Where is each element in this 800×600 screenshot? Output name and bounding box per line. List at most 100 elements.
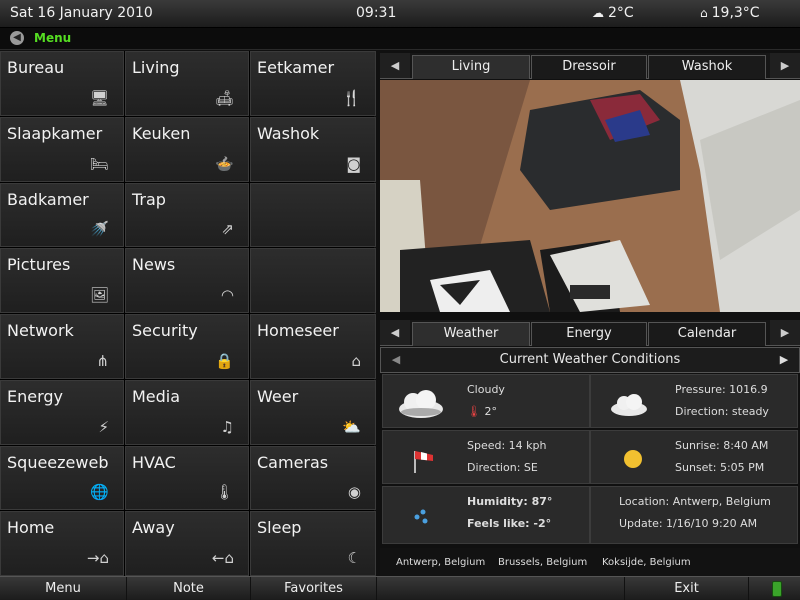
weather-title: Current Weather Conditions xyxy=(499,352,681,367)
tab-energy[interactable]: Energy xyxy=(531,322,647,346)
computer-icon: 🖥 xyxy=(89,88,109,107)
thermometer-icon: 🌡 xyxy=(214,483,234,502)
tile-washok[interactable]: Washok ◙ xyxy=(250,116,376,182)
pressure-value: Pressure: 1016.9 xyxy=(675,383,768,396)
tile-weer[interactable]: Weer ⛅ xyxy=(250,379,376,445)
pot-icon: 🍲 xyxy=(215,154,234,173)
cloud-icon: ☁ xyxy=(592,6,604,20)
weather-location-cell: Location: Antwerp, Belgium Update: 1/16/… xyxy=(590,486,798,544)
weather-condition-cell: Cloudy 🌡 2° xyxy=(382,374,590,428)
sun-icon xyxy=(624,450,642,468)
tile-label: Keuken xyxy=(132,123,191,143)
menu-link[interactable]: Menu xyxy=(34,31,71,45)
next-camera-arrow-icon[interactable]: ▶ xyxy=(770,53,800,78)
tile-news[interactable]: News ◠ xyxy=(125,248,249,313)
location-link[interactable]: Brussels, Belgium xyxy=(498,557,587,568)
prev-info-arrow-icon[interactable]: ◀ xyxy=(380,320,410,345)
arrive-home-icon: →⌂ xyxy=(86,549,109,567)
tile-slaapkamer[interactable]: Slaapkamer 🛏 xyxy=(0,116,124,182)
indoor-temp: ⌂ 19,3°C xyxy=(700,5,760,21)
tile-media[interactable]: Media ♫ xyxy=(125,379,249,445)
feels-like-value: Feels like: -2° xyxy=(467,517,552,530)
bed-icon: 🛏 xyxy=(89,154,109,173)
tile-away[interactable]: Away ←⌂ xyxy=(125,511,249,576)
weather-icon: ⛅ xyxy=(342,417,361,436)
tile-cameras[interactable]: Cameras ◉ xyxy=(250,445,376,511)
battery-icon xyxy=(772,581,782,597)
tile-eetkamer[interactable]: Eetkamer 🍴 xyxy=(250,51,376,116)
menu-button[interactable]: Menu xyxy=(0,577,127,600)
wind-direction: Direction: SE xyxy=(467,461,538,474)
camera-tab-bar: ◀ Living Dressoir Washok ▶ xyxy=(380,53,800,79)
tile-network[interactable]: Network ⋔ xyxy=(0,314,124,379)
tab-weather[interactable]: Weather xyxy=(412,322,530,346)
tab-camera-washok[interactable]: Washok xyxy=(648,55,766,79)
cloud-icon xyxy=(611,394,647,416)
plug-icon: ⚡ xyxy=(98,417,109,436)
sleep-icon: ☾ xyxy=(347,549,361,567)
prev-camera-arrow-icon[interactable]: ◀ xyxy=(380,53,410,78)
tile-label: Trap xyxy=(132,189,166,209)
tile-trap[interactable]: Trap ⇗ xyxy=(125,182,249,248)
sofa-icon: 🛋 xyxy=(214,88,234,107)
favorites-button[interactable]: Favorites xyxy=(251,577,377,600)
camera-feed[interactable] xyxy=(380,80,800,312)
tab-calendar[interactable]: Calendar xyxy=(648,322,766,346)
tile-label: Cameras xyxy=(257,452,329,472)
location-list: Antwerp, Belgium Brussels, Belgium Koksi… xyxy=(380,548,800,576)
tile-living[interactable]: Living 🛋 xyxy=(125,51,249,116)
weather-update-time: Update: 1/16/10 9:20 AM xyxy=(619,517,758,530)
tab-camera-living[interactable]: Living xyxy=(412,55,530,79)
pressure-direction: Direction: steady xyxy=(675,405,769,418)
tile-sleep[interactable]: Sleep ☾ xyxy=(250,511,376,576)
tile-homeseer[interactable]: Homeseer ⌂ xyxy=(250,314,376,379)
weather-humidity-cell: Humidity: 87° Feels like: -2° xyxy=(382,486,590,544)
location-link[interactable]: Koksijde, Belgium xyxy=(602,557,691,568)
weather-temperature: 🌡 2° xyxy=(467,405,497,418)
washing-machine-icon: ◙ xyxy=(346,154,361,173)
tile-label: Bureau xyxy=(7,58,65,77)
tab-camera-dressoir[interactable]: Dressoir xyxy=(531,55,647,79)
location-link[interactable]: Antwerp, Belgium xyxy=(396,557,485,568)
tile-security[interactable]: Security 🔒 xyxy=(125,314,249,379)
network-icon: ⋔ xyxy=(96,351,109,370)
next-weather-arrow-icon[interactable]: ▶ xyxy=(769,348,799,372)
tile-label: Security xyxy=(132,321,198,340)
leave-home-icon: ←⌂ xyxy=(211,549,234,567)
back-icon[interactable]: ◀ xyxy=(10,31,24,45)
rss-icon: ◠ xyxy=(220,286,234,304)
tile-hvac[interactable]: HVAC 🌡 xyxy=(125,445,249,511)
tile-keuken[interactable]: Keuken 🍲 xyxy=(125,116,249,182)
note-button[interactable]: Note xyxy=(127,577,251,600)
exit-button[interactable]: Exit xyxy=(625,577,749,600)
weather-pressure-cell: Pressure: 1016.9 Direction: steady xyxy=(590,374,798,428)
next-info-arrow-icon[interactable]: ▶ xyxy=(770,320,800,345)
tile-label: Slaapkamer xyxy=(7,123,103,143)
music-icon: ♫ xyxy=(220,417,234,436)
tile-label: Energy xyxy=(7,386,64,406)
sunset-time: Sunset: 5:05 PM xyxy=(675,461,765,474)
tile-bureau[interactable]: Bureau 🖥 xyxy=(0,51,124,116)
tile-label: News xyxy=(132,255,176,275)
cutlery-icon: 🍴 xyxy=(342,88,361,107)
tile-label: Eetkamer xyxy=(257,58,335,77)
tile-label: Sleep xyxy=(257,518,302,538)
tile-energy[interactable]: Energy ⚡ xyxy=(0,379,124,445)
tile-empty xyxy=(250,182,376,248)
tile-label: Squeezeweb xyxy=(7,452,109,472)
sunrise-time: Sunrise: 8:40 AM xyxy=(675,439,769,452)
tile-squeezeweb[interactable]: Squeezeweb 🌐 xyxy=(0,445,124,511)
tile-home[interactable]: Home →⌂ xyxy=(0,511,124,576)
room-tile-grid: Bureau 🖥 Living 🛋 Eetkamer 🍴 Slaapkamer 🛏 Keuken… xyxy=(0,51,376,576)
outdoor-temp: ☁ 2°C xyxy=(592,5,634,21)
pictures-icon: 🖼 xyxy=(89,286,109,304)
menu-bar: ◀ Menu xyxy=(0,28,800,50)
tile-label: Living xyxy=(132,58,180,77)
weather-header: ◀ Current Weather Conditions ▶ xyxy=(380,347,800,373)
tile-badkamer[interactable]: Badkamer 🚿 xyxy=(0,182,124,248)
humidity-value: Humidity: 87° xyxy=(467,495,553,508)
weather-location: Location: Antwerp, Belgium xyxy=(619,495,771,508)
tile-pictures[interactable]: Pictures 🖼 xyxy=(0,248,124,313)
globe-icon: 🌐 xyxy=(90,483,109,502)
tile-label: Badkamer xyxy=(7,189,89,209)
